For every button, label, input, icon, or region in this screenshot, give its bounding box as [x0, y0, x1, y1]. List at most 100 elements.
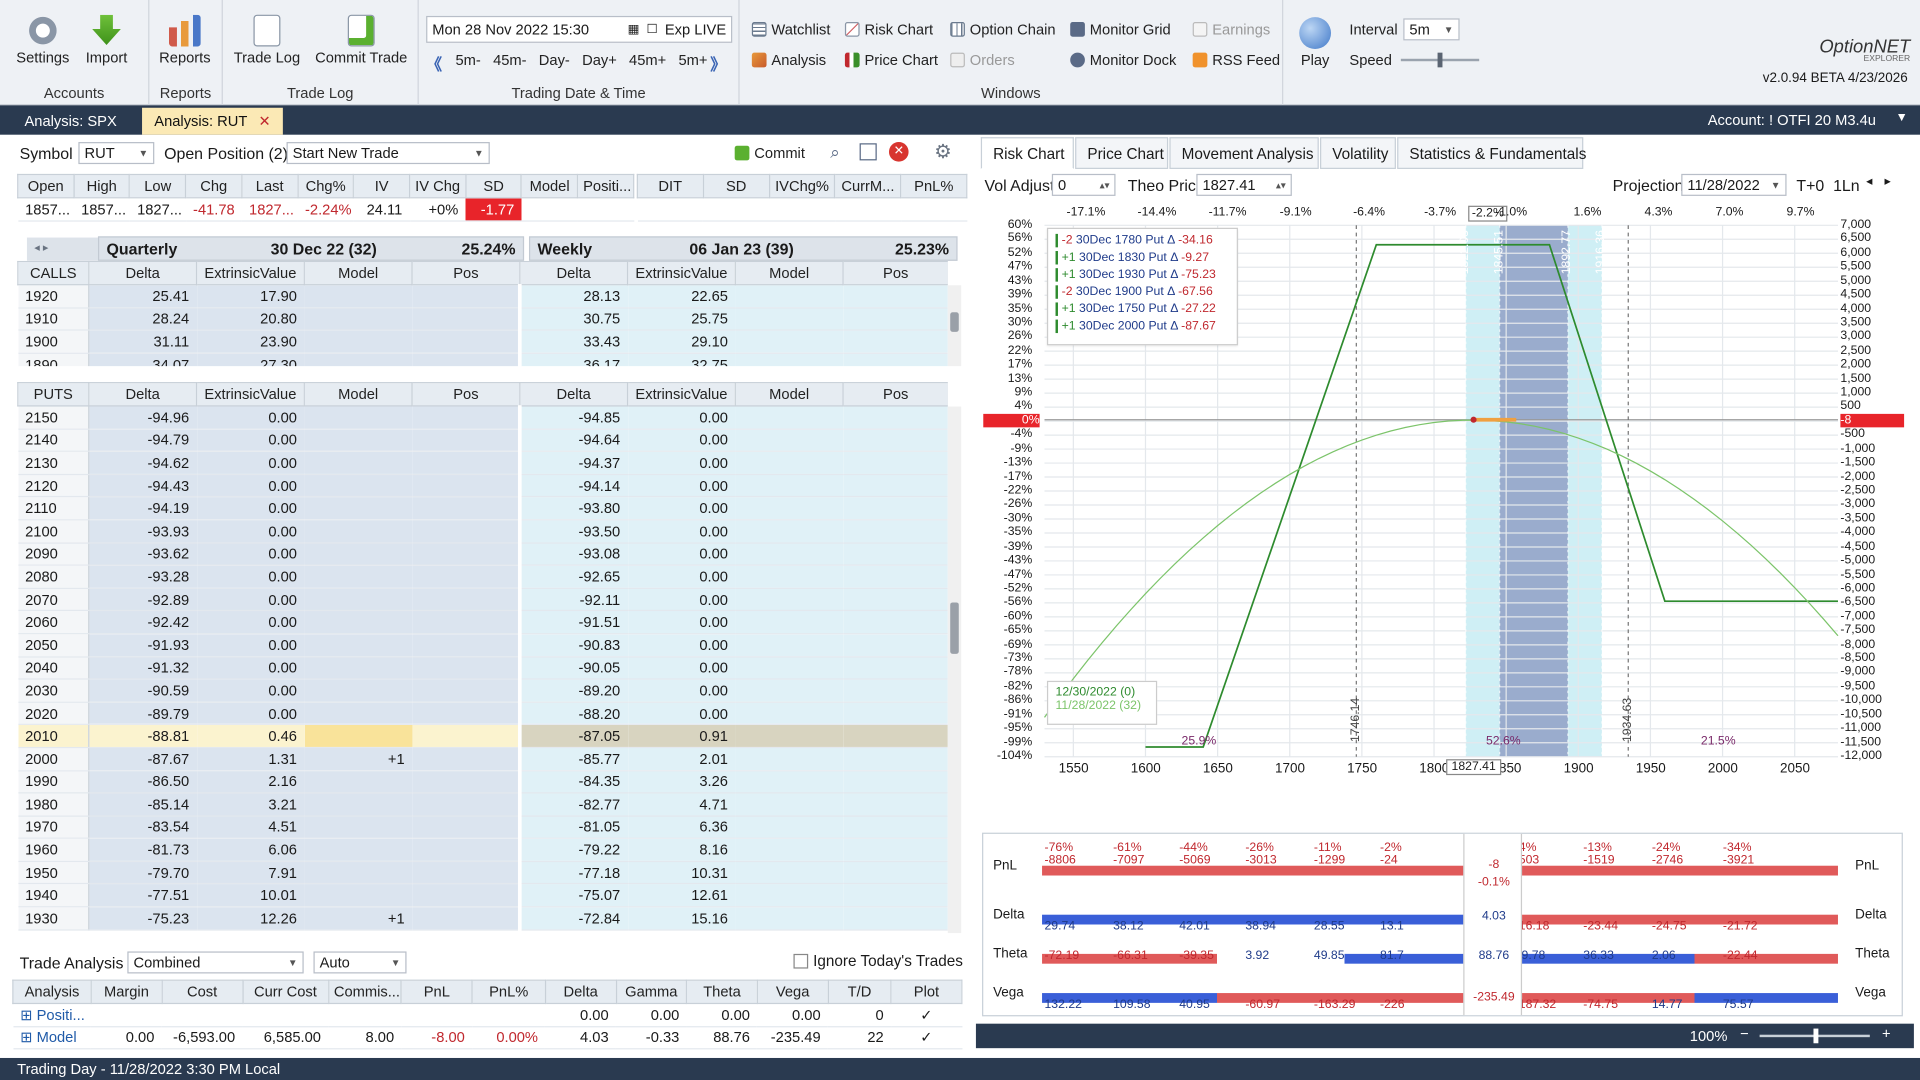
projection-date-select[interactable]: 11/28/2022 ▼ — [1681, 173, 1787, 196]
table-row[interactable]: 2120 -94.43 0.00 -94.14 0.00 — [17, 474, 948, 498]
table-row[interactable]: 2050 -91.93 0.00 -90.83 0.00 — [17, 633, 948, 657]
datetime-field[interactable]: Mon 28 Nov 2022 15:30 ▦ ☐ Exp LIVE — [426, 15, 733, 43]
spin-icon[interactable]: ▴▾ — [1100, 179, 1110, 190]
trade-analysis-auto-select[interactable]: Auto ▼ — [313, 951, 407, 974]
chain-nav[interactable]: ◂ ▸ — [26, 237, 98, 261]
zoom-slider[interactable] — [1759, 1028, 1870, 1044]
table-row[interactable]: 2130 -94.62 0.00 -94.37 0.00 — [17, 451, 948, 475]
tab-volatility[interactable]: Volatility — [1320, 137, 1396, 169]
trade-analysis-mode-select[interactable]: Combined ▼ — [127, 951, 304, 974]
grid-icon[interactable] — [859, 143, 877, 161]
risk-chart[interactable]: 60% 56% 52% 47% 43% 39% 35% 30% 26% 22% 17% 13% 9% 4%… — [976, 201, 1914, 833]
reports-button[interactable]: Reports — [152, 14, 218, 66]
table-row[interactable]: 2030 -90.59 0.00 -89.20 0.00 — [17, 679, 948, 703]
ta-cell[interactable]: ✓ — [891, 1003, 962, 1027]
calendar-icon[interactable]: ▦ — [628, 23, 640, 36]
table-row[interactable]: 1930 -75.23 12.26 +1 -72.84 15.16 — [17, 906, 948, 931]
tab-movement-analysis[interactable]: Movement Analysis — [1169, 137, 1319, 169]
step-45m-forward[interactable]: 45m+ — [629, 51, 666, 68]
lines-label[interactable]: 1Ln — [1833, 176, 1860, 194]
option-chain-button[interactable]: Option Chain — [950, 21, 1056, 38]
delete-icon[interactable]: ✕ — [888, 142, 909, 162]
ta-row[interactable]: ⊞ Positi... 0.00 0.00 0.00 0.00 0 ✓ — [12, 1003, 962, 1027]
zoom-slider-thumb[interactable] — [1813, 1028, 1819, 1044]
table-row[interactable]: 1940 -77.51 10.01 -75.07 12.61 — [17, 884, 948, 908]
step-5m-forward[interactable]: 5m+ — [678, 51, 707, 68]
tab-analysis-spx[interactable]: Analysis: SPX — [12, 108, 129, 135]
orders-button[interactable]: Orders — [950, 51, 1015, 69]
interval-select[interactable]: 5m ▼ — [1403, 18, 1460, 41]
table-row[interactable]: 1980 -85.14 3.21 -82.77 4.71 — [17, 792, 948, 817]
commit-button[interactable]: Commit — [734, 144, 805, 162]
earnings-button[interactable]: Earnings — [1192, 21, 1270, 38]
play-button[interactable]: Play — [1291, 17, 1340, 69]
step-5m-back[interactable]: 5m- — [456, 51, 481, 68]
table-row[interactable]: 1890 34.07 27.30 36.17 32.75 — [17, 353, 948, 367]
table-row[interactable]: 1990 -86.50 2.16 -84.35 3.26 — [17, 770, 948, 794]
monitor-dock-button[interactable]: Monitor Dock — [1070, 51, 1176, 69]
table-row[interactable]: 2060 -92.42 0.00 -91.51 0.00 — [17, 610, 948, 635]
gear-icon[interactable]: ⚙ — [934, 140, 952, 164]
trade-log-button[interactable]: Trade Log — [230, 14, 303, 66]
arrow-right-icon[interactable]: ▸ — [1885, 175, 1891, 188]
table-row[interactable]: 2110 -94.19 0.00 -93.80 0.00 — [17, 496, 948, 521]
tab-analysis-rut[interactable]: Analysis: RUT ✕ — [142, 107, 284, 135]
spin-icon[interactable]: ▴▾ — [1276, 179, 1286, 190]
zoom-out-icon[interactable]: − — [1740, 1025, 1749, 1042]
close-icon[interactable]: ✕ — [259, 113, 271, 130]
dropdown-chevron-icon[interactable]: ▼ — [1896, 111, 1908, 124]
calls-scroll-thumb[interactable] — [950, 312, 959, 332]
table-row[interactable]: 2140 -94.79 0.00 -94.64 0.00 — [17, 428, 948, 453]
calls-scrollbar[interactable] — [947, 285, 962, 367]
table-row[interactable]: 1910 28.24 20.80 30.75 25.75 — [17, 307, 948, 331]
ignore-today-checkbox[interactable]: Ignore Today's Trades — [793, 953, 963, 970]
table-row[interactable]: 2040 -91.32 0.00 -90.05 0.00 — [17, 656, 948, 680]
zoom-in-icon[interactable]: + — [1882, 1025, 1891, 1042]
table-row[interactable]: 1950 -79.70 7.91 -77.18 10.31 — [17, 861, 948, 885]
speed-slider-thumb[interactable] — [1437, 52, 1443, 68]
table-row[interactable]: 2080 -93.28 0.00 -92.65 0.00 — [17, 565, 948, 589]
vol-adjust-input[interactable]: 0 ▴▾ — [1051, 173, 1116, 196]
step-forward-button[interactable]: 》 — [710, 51, 726, 74]
price-chart-button[interactable]: Price Chart — [844, 51, 938, 69]
table-row[interactable]: 2090 -93.62 0.00 -93.08 0.00 — [17, 542, 948, 566]
tab-statistics-fundamentals[interactable]: Statistics & Fundamentals — [1397, 137, 1586, 169]
puts-scrollbar[interactable] — [947, 406, 962, 934]
ta-cell[interactable]: ✓ — [891, 1026, 962, 1050]
monitor-grid-button[interactable]: Monitor Grid — [1070, 21, 1171, 38]
orders-icon — [950, 52, 965, 68]
step-45m-back[interactable]: 45m- — [493, 51, 526, 68]
settings-button[interactable]: Settings — [7, 14, 78, 66]
table-row[interactable]: 1900 31.11 23.90 33.43 29.10 — [17, 330, 948, 354]
table-row[interactable]: 1960 -81.73 6.06 -79.22 8.16 — [17, 838, 948, 862]
table-row[interactable]: 2020 -89.79 0.00 -88.20 0.00 — [17, 701, 948, 726]
step-back-button[interactable]: 《 — [426, 51, 442, 74]
tab-risk-chart[interactable]: Risk Chart — [980, 137, 1074, 169]
table-row[interactable]: 1920 25.41 17.90 28.13 22.65 — [17, 284, 948, 309]
tab-price-chart[interactable]: Price Chart — [1075, 137, 1169, 169]
step-day-forward[interactable]: Day+ — [582, 51, 617, 68]
table-row[interactable]: 2010 -88.81 0.46 -87.05 0.91 — [17, 724, 948, 749]
table-row[interactable]: 1970 -83.54 4.51 -81.05 6.36 — [17, 815, 948, 840]
speed-slider[interactable] — [1400, 52, 1480, 68]
table-row[interactable]: 2000 -87.67 1.31 +1 -85.77 2.01 — [17, 747, 948, 771]
watchlist-button[interactable]: Watchlist — [751, 21, 830, 38]
theo-price-input[interactable]: 1827.41 ▴▾ — [1196, 173, 1292, 196]
import-button[interactable]: Import — [78, 14, 134, 66]
ta-row[interactable]: ⊞ Model 0.00 -6,593.00 6,585.00 8.00 -8.00 0.0… — [12, 1026, 962, 1050]
search-icon[interactable]: ⌕ — [830, 142, 840, 163]
symbol-select[interactable]: RUT ▼ — [78, 142, 155, 165]
start-new-trade-select[interactable]: Start New Trade ▼ — [286, 142, 490, 165]
t0-label[interactable]: T+0 — [1796, 176, 1824, 194]
exp-live-check[interactable]: ☐ — [647, 23, 658, 36]
table-row[interactable]: 2070 -92.89 0.00 -92.11 0.00 — [17, 588, 948, 612]
puts-scroll-thumb[interactable] — [950, 602, 959, 654]
risk-chart-button[interactable]: Risk Chart — [844, 21, 933, 38]
commit-trade-button[interactable]: Commit Trade — [311, 14, 411, 66]
table-row[interactable]: 2100 -93.93 0.00 -93.50 0.00 — [17, 519, 948, 544]
arrow-left-icon[interactable]: ◂ — [1866, 175, 1872, 188]
table-row[interactable]: 2150 -94.96 0.00 -94.85 0.00 — [17, 405, 948, 430]
step-day-back[interactable]: Day- — [539, 51, 570, 68]
analysis-button[interactable]: Analysis — [751, 51, 826, 69]
rss-feed-button[interactable]: RSS Feed — [1192, 51, 1280, 69]
